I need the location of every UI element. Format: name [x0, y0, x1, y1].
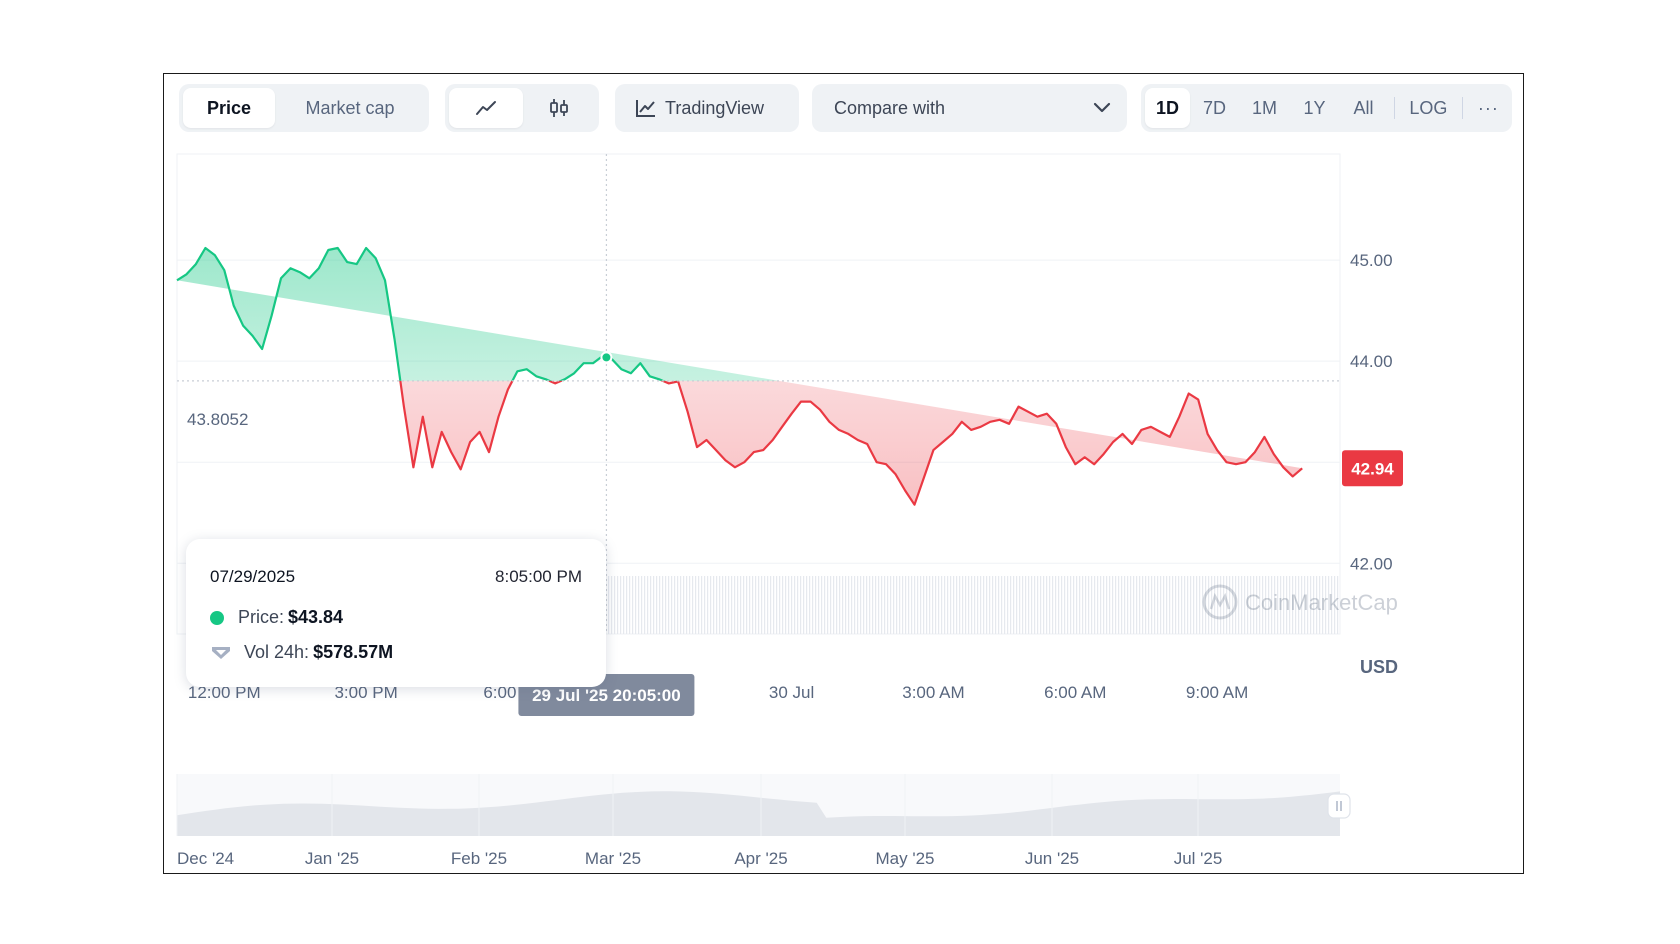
- current-price-label: 42.94: [1351, 459, 1394, 478]
- price-dot-icon: [210, 610, 224, 625]
- x-tick-label: 9:00 AM: [1186, 683, 1248, 702]
- tooltip-vol-label: Vol 24h:: [244, 642, 310, 662]
- tooltip-date: 07/29/2025: [210, 567, 296, 586]
- navigator-x-label: Dec '24: [177, 849, 234, 868]
- navigator-x-label: Apr '25: [734, 849, 787, 868]
- tooltip-price-value: $43.84: [288, 607, 344, 627]
- navigator-x-label: Jan '25: [305, 849, 359, 868]
- navigator-x-label: Mar '25: [585, 849, 641, 868]
- tooltip-time: 8:05:00 PM: [495, 567, 582, 586]
- y-tick-label: 44.00: [1350, 352, 1393, 371]
- crosshair-time-label: 29 Jul '25 20:05:00: [532, 686, 681, 705]
- tooltip-vol-value: $578.57M: [313, 642, 394, 662]
- tooltip-price-label: Price:: [238, 607, 285, 627]
- y-tick-label: 42.00: [1350, 554, 1393, 573]
- navigator-x-label: May '25: [876, 849, 935, 868]
- price-chart[interactable]: 45.00 44.00 42.00 43.8052 CoinMarketCap 42.94…: [164, 74, 1522, 872]
- chart-frame: Price Market cap TradingView Compare wit…: [163, 73, 1524, 874]
- area-above-reference: [177, 248, 779, 381]
- chart-tooltip: 07/29/2025 8:05:00 PM Price: $43.84 Vol …: [186, 539, 606, 687]
- y-axis-unit: USD: [1360, 657, 1398, 677]
- y-tick-label: 45.00: [1350, 251, 1393, 270]
- x-tick-label: 3:00 AM: [902, 683, 964, 702]
- navigator-x-label: Feb '25: [451, 849, 507, 868]
- navigator-x-label: Jul '25: [1174, 849, 1223, 868]
- volume-icon: [212, 646, 230, 659]
- reference-label: 43.8052: [187, 410, 248, 429]
- x-tick-label: 30 Jul: [769, 683, 814, 702]
- navigator-x-label: Jun '25: [1025, 849, 1079, 868]
- hover-point: [600, 351, 613, 364]
- watermark-text: CoinMarketCap: [1245, 590, 1398, 615]
- navigator-handle[interactable]: [1327, 793, 1351, 819]
- x-tick-label: 6:00 AM: [1044, 683, 1106, 702]
